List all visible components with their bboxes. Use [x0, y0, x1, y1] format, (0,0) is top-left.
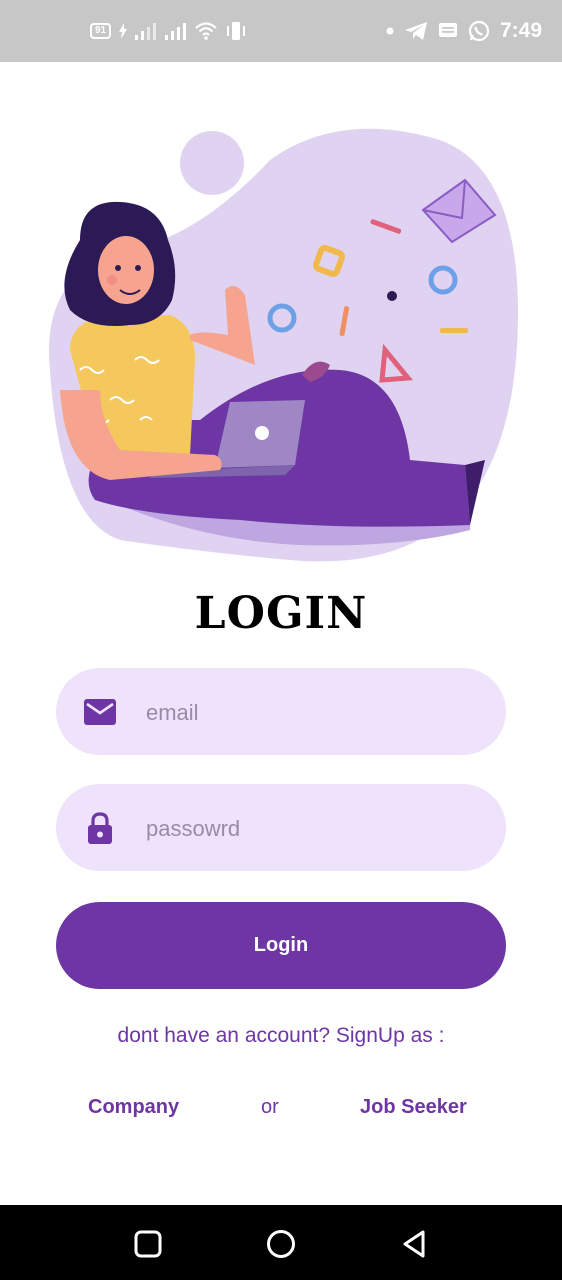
- or-label: or: [261, 1096, 279, 1118]
- clock: 7:49: [499, 19, 542, 42]
- email-field[interactable]: [56, 668, 506, 757]
- battery-level: 91: [95, 25, 107, 36]
- battery-icon: 91: [90, 23, 112, 39]
- recent-apps-button[interactable]: [131, 1227, 165, 1261]
- status-right-icons: 7:49: [386, 18, 542, 44]
- signal-icon-2: [165, 23, 187, 40]
- mail-icon: [84, 696, 116, 728]
- signup-company-link[interactable]: Company: [88, 1096, 179, 1119]
- message-icon: [438, 23, 457, 37]
- password-field[interactable]: [56, 784, 506, 873]
- dot-icon: [386, 27, 394, 35]
- home-button[interactable]: [264, 1227, 298, 1261]
- status-bar: 91 7:49: [0, 0, 562, 62]
- system-nav-bar: [0, 1205, 562, 1280]
- signal-icon: [135, 23, 157, 40]
- telegram-icon: [404, 22, 427, 40]
- lock-icon: [84, 811, 116, 844]
- email-input[interactable]: [144, 668, 478, 757]
- signup-job-seeker-link[interactable]: Job Seeker: [360, 1096, 467, 1119]
- charging-icon: [119, 23, 128, 39]
- login-illustration: [49, 128, 519, 562]
- whatsapp-icon: [468, 20, 490, 42]
- vibrate-icon: [227, 22, 246, 40]
- login-button[interactable]: Login: [56, 902, 506, 989]
- status-left-icons: 91: [90, 18, 247, 44]
- password-input[interactable]: [144, 784, 478, 873]
- page-title: LOGIN: [194, 588, 368, 639]
- wifi-icon: [195, 22, 217, 40]
- back-button[interactable]: [397, 1227, 431, 1261]
- signup-prompt: dont have an account? SignUp as :: [117, 1024, 445, 1047]
